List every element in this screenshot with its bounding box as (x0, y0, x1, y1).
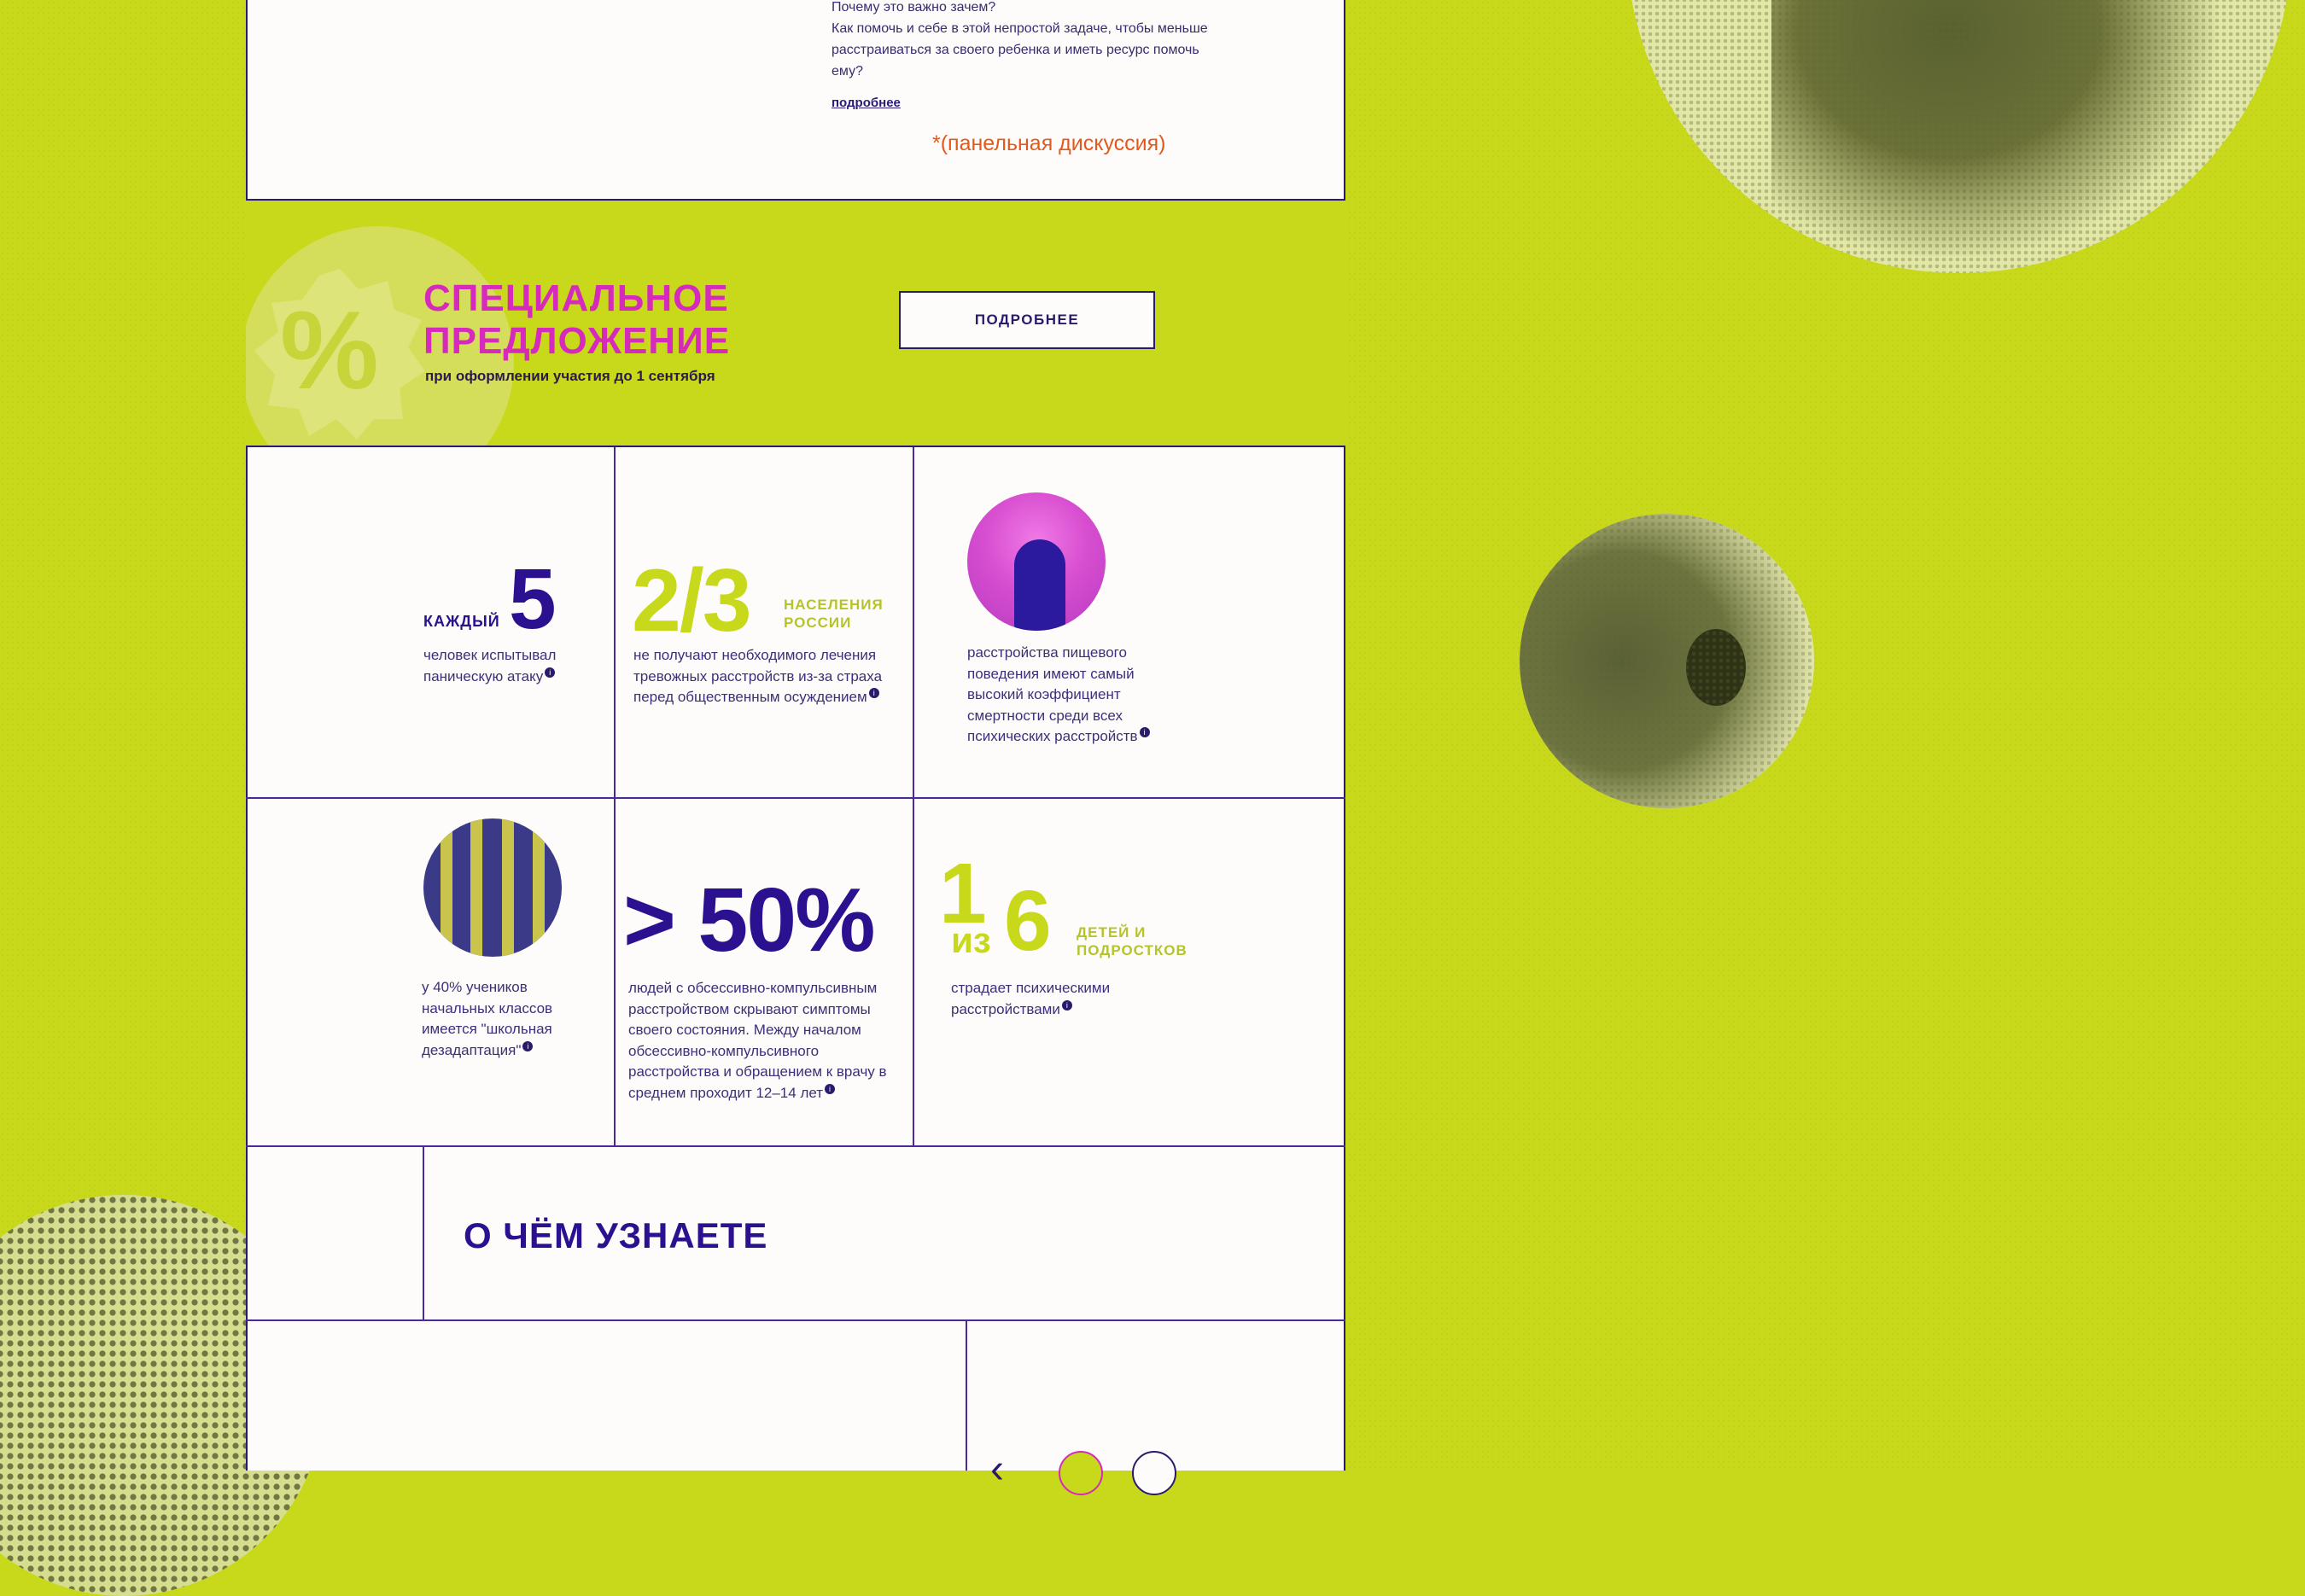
halftone-portrait-screaming (1520, 514, 1814, 808)
grid-divider (423, 1145, 424, 1321)
section-title-learn: О ЧЁМ УЗНАЕТЕ (464, 1215, 768, 1255)
info-icon[interactable]: i (1061, 999, 1072, 1011)
stat-description: расстройства пищевого поведения имеют са… (967, 643, 1189, 748)
stat-prefix: КАЖДЫЙ (423, 613, 500, 630)
carousel-dot-active[interactable] (1059, 1451, 1103, 1495)
stat-label: ДЕТЕЙ И ПОДРОСТКОВ (1077, 924, 1188, 958)
panel-discussion-note: *(панельная дискуссия) (932, 131, 1166, 155)
stat-connector: из (951, 920, 991, 960)
info-icon[interactable]: i (868, 688, 879, 699)
offer-subtitle: при оформлении участия до 1 сентября (425, 368, 715, 384)
stat-number-b: 6 (1004, 873, 1052, 969)
photo-person-pink (967, 492, 1106, 631)
info-icon[interactable]: i (1139, 727, 1150, 738)
stat-number: 5 (509, 551, 557, 647)
carousel-dot[interactable] (1132, 1451, 1176, 1495)
more-link[interactable]: подробнее (832, 96, 901, 110)
special-offer-banner: % СПЕЦИАЛЬНОЕ ПРЕДЛОЖЕНИЕ при оформлении… (246, 199, 1345, 447)
info-icon[interactable]: i (522, 1040, 534, 1051)
grid-divider (966, 1319, 967, 1471)
stat-number: 2/3 (632, 551, 752, 650)
stat-number: > 50% (623, 870, 876, 970)
stat-description: у 40% учеников начальных классов имеется… (422, 979, 553, 1058)
offer-title: СПЕЦИАЛЬНОЕ ПРЕДЛОЖЕНИЕ (423, 277, 731, 362)
offer-more-button[interactable]: ПОДРОБНЕЕ (899, 291, 1155, 349)
stat-description: страдает психическими расстройствами i (951, 980, 1111, 1017)
stat-description: не получают необходимого лечения тревожн… (633, 647, 883, 705)
stat-description: людей с обсессивно-компульсивным расстро… (628, 980, 887, 1101)
halftone-portrait-top (1626, 0, 2292, 273)
grid-divider (246, 797, 1345, 799)
stat-description: человек испытывал паническую атаку i (423, 647, 557, 684)
stat-label: НАСЕЛЕНИЯ РОССИИ (784, 597, 884, 631)
session-description: Почему это важно зачем? Как помочь и себ… (832, 0, 1208, 79)
info-icon[interactable]: i (545, 667, 556, 678)
grid-divider (246, 1145, 1345, 1147)
grid-divider (246, 1319, 1345, 1321)
prev-arrow-icon[interactable]: ‹ (990, 1446, 1004, 1493)
photo-schoolchildren (423, 818, 562, 957)
info-icon[interactable]: i (825, 1083, 836, 1094)
percent-icon: % (280, 288, 379, 412)
